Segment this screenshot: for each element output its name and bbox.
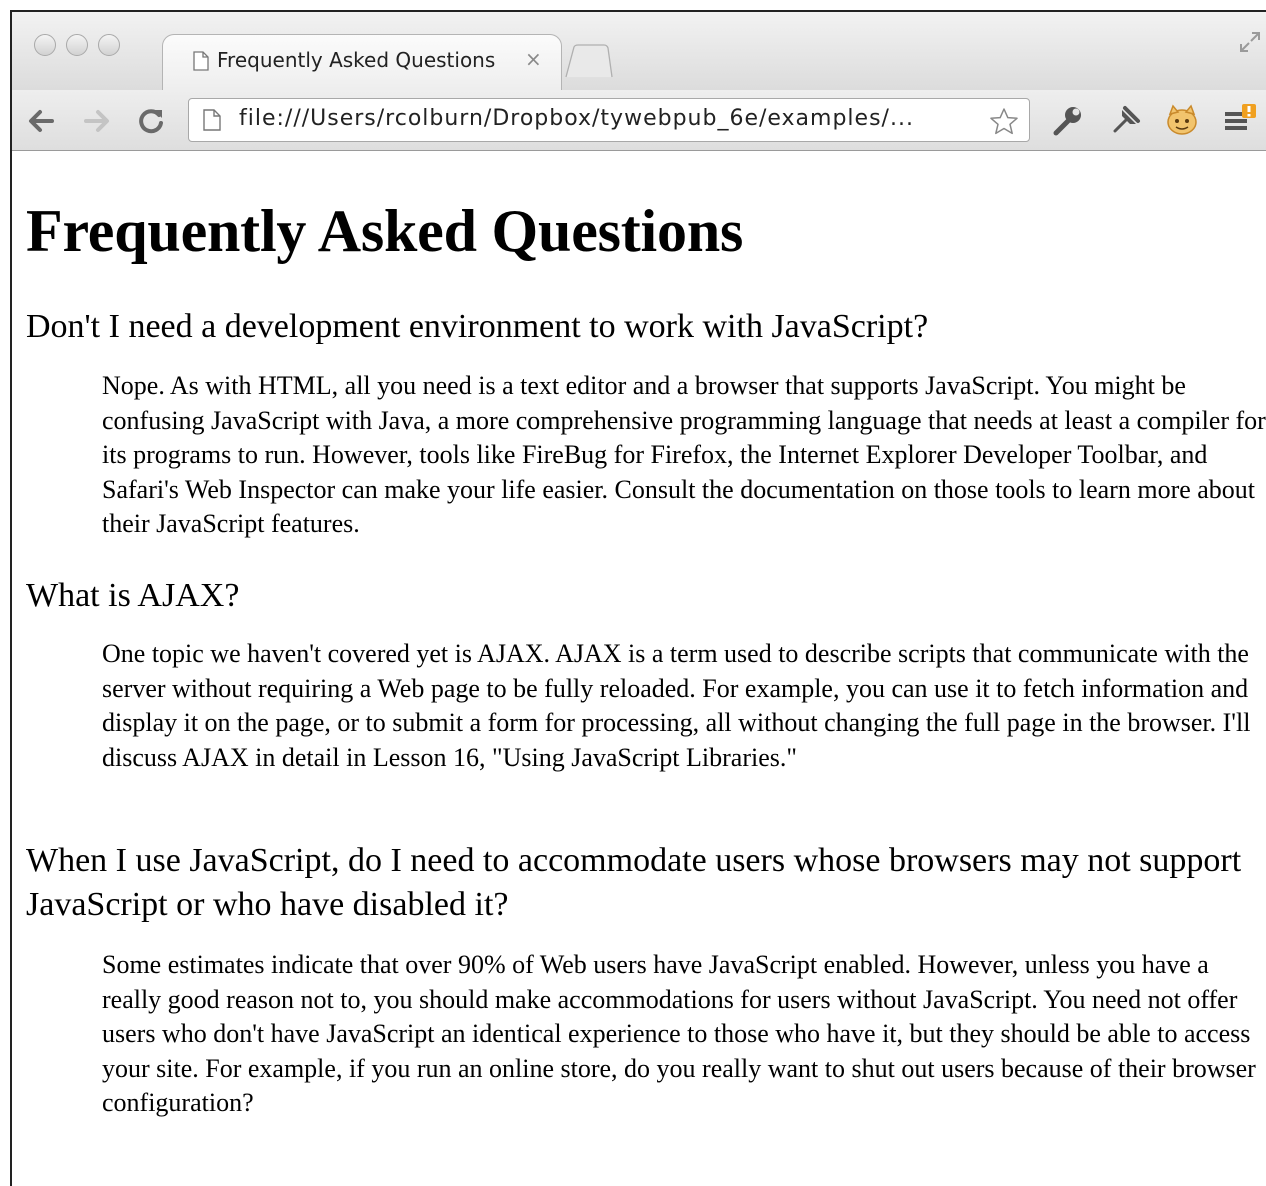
close-window-button[interactable] (34, 34, 56, 56)
browser-toolbar: file:///Users/rcolburn/Dropbox/tywebpub_… (12, 90, 1266, 151)
page-icon (203, 109, 221, 131)
bookmark-star-icon[interactable] (989, 107, 1019, 135)
tab-faq[interactable]: Frequently Asked Questions × (162, 34, 562, 90)
page-content: Frequently Asked Questions Don't I need … (12, 151, 1266, 1186)
minimize-window-button[interactable] (66, 34, 88, 56)
menu-icon[interactable] (1222, 102, 1258, 138)
faq-question: What is AJAX? (26, 577, 240, 614)
address-bar[interactable]: file:///Users/rcolburn/Dropbox/tywebpub_… (188, 98, 1030, 142)
faq-question: When I use JavaScript, do I need to acco… (26, 842, 1242, 923)
wrench-icon[interactable] (1050, 102, 1086, 138)
extension-face-icon[interactable] (1164, 102, 1200, 138)
reload-icon[interactable] (134, 104, 168, 138)
close-tab-button[interactable]: × (525, 47, 542, 71)
page-title: Frequently Asked Questions (26, 198, 744, 264)
back-arrow-icon[interactable] (24, 104, 58, 138)
faq-answer: Nope. As with HTML, all you need is a te… (102, 371, 1266, 538)
fullscreen-icon[interactable] (1238, 30, 1262, 54)
tab-strip: Frequently Asked Questions × (12, 12, 1266, 90)
faq-answer: One topic we haven't covered yet is AJAX… (102, 639, 1251, 772)
url-text: file:///Users/rcolburn/Dropbox/tywebpub_… (239, 106, 914, 131)
pin-icon[interactable] (1108, 102, 1144, 138)
zoom-window-button[interactable] (98, 34, 120, 56)
faq-answer: Some estimates indicate that over 90% of… (102, 950, 1256, 1117)
browser-window: Frequently Asked Questions × file:///Use… (10, 10, 1266, 1186)
page-icon (193, 51, 209, 71)
forward-arrow-icon[interactable] (80, 104, 114, 138)
faq-question: Don't I need a development environment t… (26, 308, 929, 345)
new-tab-button[interactable] (564, 44, 614, 78)
tab-title: Frequently Asked Questions (217, 48, 496, 72)
